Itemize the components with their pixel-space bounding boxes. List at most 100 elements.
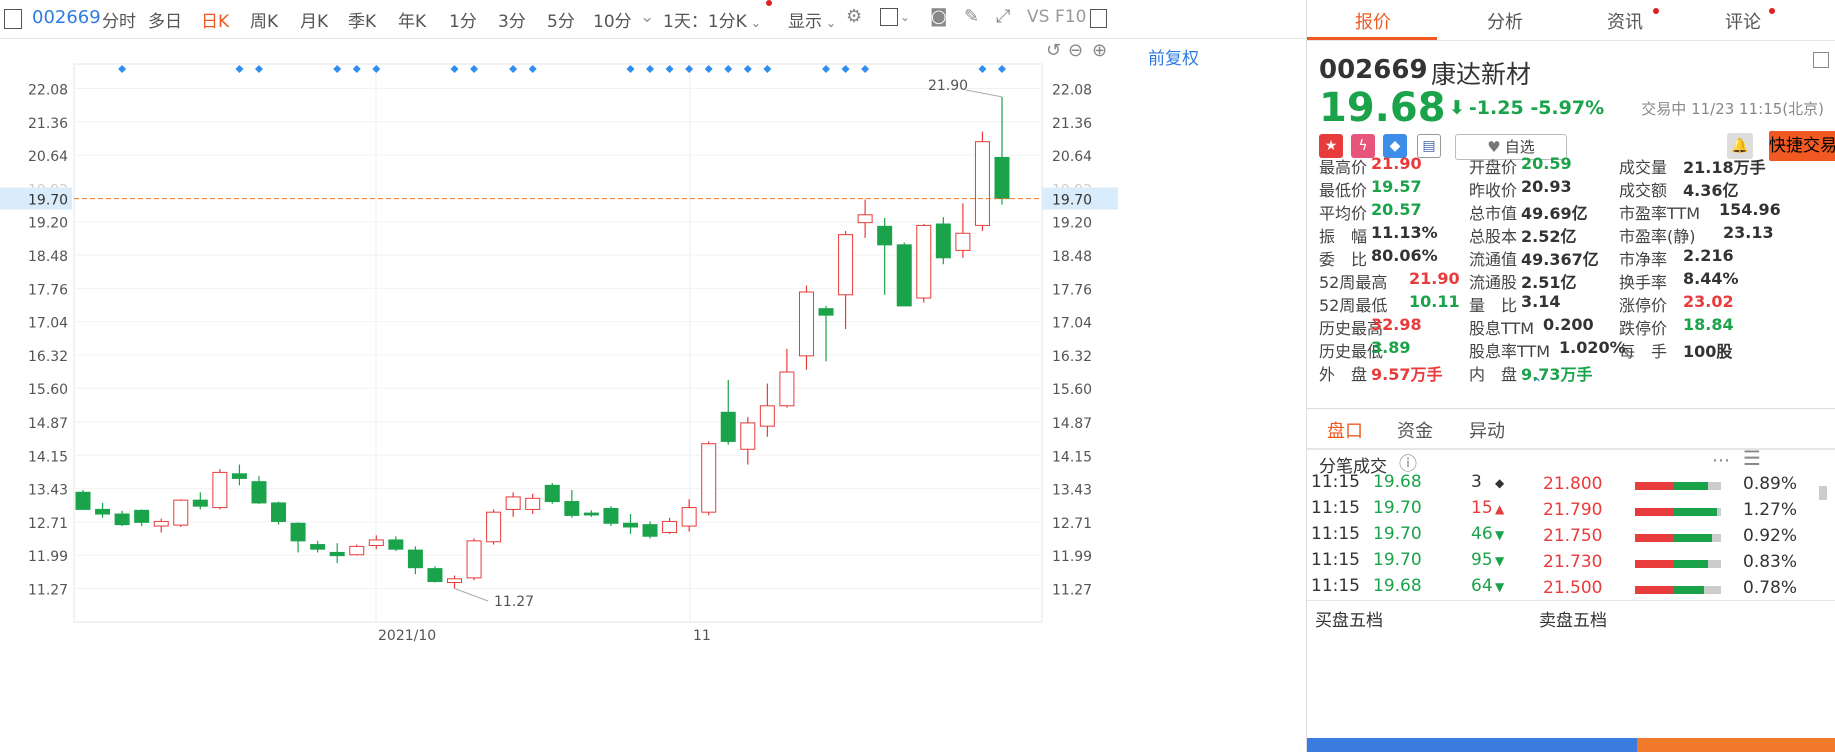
zoom-in-icon[interactable]: ⊕ (1092, 40, 1107, 61)
level-price: 21.790 (1543, 500, 1603, 520)
tab-5min[interactable]: 5分 (547, 7, 575, 32)
fullscreen-icon[interactable]: ⤢ (996, 6, 1010, 27)
max-price-annotation: 21.90 (928, 78, 968, 94)
tab-orderbook[interactable]: 盘口 (1327, 417, 1363, 443)
tab-monthly-k[interactable]: 月K (300, 7, 328, 32)
stat-value: 10.11 (1409, 292, 1460, 311)
bar-green-part (1673, 560, 1709, 568)
y-tick-right: 15.60 (1052, 382, 1092, 398)
camera-icon[interactable]: ◙ (930, 6, 947, 27)
side-panel-icon[interactable] (1090, 9, 1107, 28)
candle-body (486, 511, 502, 543)
sell-ratio-bar (1637, 738, 1835, 752)
undo-icon[interactable]: ↺ (1046, 40, 1061, 61)
event-marker-icon (978, 65, 987, 73)
compare-vs-button[interactable]: VS (1027, 7, 1049, 27)
stat-label: 股息TTM (1469, 319, 1535, 338)
tab-quote[interactable]: 报价 (1355, 8, 1391, 34)
candle-body (466, 540, 482, 579)
candle-body (916, 224, 932, 299)
event-marker-icon (254, 65, 263, 73)
tab-yearly-k[interactable]: 年K (398, 7, 426, 32)
detail-panel-icon[interactable] (1813, 52, 1829, 68)
tab-movements[interactable]: 异动 (1469, 417, 1505, 443)
display-menu[interactable]: 显示 ⌄ (788, 7, 836, 32)
y-tick-left: 17.04 (28, 316, 68, 332)
stat-value: 2.51亿 (1521, 273, 1577, 292)
tab-daily-k[interactable]: 日K (201, 7, 229, 32)
candle-body (603, 507, 619, 524)
candle-body (368, 539, 384, 546)
zoom-out-icon[interactable]: ⊖ (1068, 40, 1083, 61)
stat-value: 19.57 (1371, 177, 1422, 196)
candle-body (564, 501, 580, 516)
level-row: 21.790 1.27% (1307, 500, 1835, 524)
event-marker-icon (352, 65, 361, 73)
event-marker-icon (822, 65, 831, 73)
stat-label: 涨停价 (1619, 296, 1668, 315)
candle-body (779, 371, 795, 407)
tab-10min[interactable]: 10分 (593, 7, 632, 32)
indicator-box-icon[interactable] (880, 8, 898, 26)
period-select[interactable]: 1天：1分K ⌄ (663, 7, 761, 32)
y-tick-left: 18.48 (28, 249, 68, 265)
event-marker-icon (743, 65, 752, 73)
tab-weekly-k[interactable]: 周K (250, 7, 278, 32)
tab-news[interactable]: 资讯 (1607, 8, 1643, 34)
candle-body (447, 578, 463, 583)
event-marker-icon (118, 65, 127, 73)
chevron-down-icon[interactable]: ⌄ (900, 10, 910, 24)
candle-body (173, 499, 189, 526)
settings-gear-icon[interactable]: ⚙ (846, 6, 862, 27)
fast-trade-button[interactable]: 快捷交易 (1769, 131, 1835, 161)
event-marker-icon (685, 65, 694, 73)
candle-body (192, 499, 208, 507)
candle-body (231, 473, 247, 479)
event-marker-icon (704, 65, 713, 73)
candle-body (427, 568, 443, 583)
stat-label: 昨收价 (1469, 181, 1518, 200)
down-arrow-icon: ⬇ (1449, 97, 1465, 119)
pencil-icon[interactable]: ✎ (964, 6, 979, 27)
stat-value: 20.59 (1521, 154, 1572, 173)
more-periods-chevron-icon[interactable]: ⌄ (640, 7, 654, 27)
candle-body (134, 509, 150, 523)
stat-label: 换手率 (1619, 273, 1668, 292)
trade-status: 交易中 11/23 11:15(北京) (1641, 100, 1824, 118)
tab-comments[interactable]: 评论 (1725, 8, 1761, 34)
list-icon[interactable]: ☰ (1743, 446, 1761, 470)
comments-dot (1769, 8, 1775, 14)
stat-label: 成交量 (1619, 158, 1668, 177)
tab-funds[interactable]: 资金 (1397, 417, 1433, 443)
stat-value: 4.36亿 (1683, 181, 1739, 200)
candle-body (525, 497, 541, 510)
stat-label: 流通股 (1469, 273, 1518, 292)
quote-tabs: 报价 分析 资讯 评论 (1307, 0, 1835, 41)
stock-code-link[interactable]: 002669 (32, 7, 101, 28)
panel-toggle-icon[interactable] (4, 9, 22, 29)
y-tick-right: 20.64 (1052, 149, 1092, 165)
f10-button[interactable]: F10 (1055, 7, 1086, 27)
tab-timeshare[interactable]: 分时 (102, 7, 136, 32)
kline-chart[interactable]: 22.0822.0821.3621.3620.6420.6419.9219.92… (0, 38, 1118, 752)
y-tick-left: 19.20 (28, 216, 68, 232)
stat-label: 市盈率TTM (1619, 204, 1701, 223)
sub-tabs: 盘口 资金 异动 (1307, 408, 1835, 450)
candle-body (877, 225, 893, 246)
notification-dot (766, 0, 772, 6)
more-icon[interactable]: ⋯ (1712, 450, 1730, 471)
level-ratio-bar (1635, 482, 1721, 490)
tab-3min[interactable]: 3分 (498, 7, 526, 32)
restore-adjust-button[interactable]: 前复权 (1148, 44, 1199, 69)
min-price-annotation: 11.27 (494, 594, 534, 610)
candle-body (95, 508, 111, 515)
tab-quarterly-k[interactable]: 季K (348, 7, 376, 32)
y-tick-right: 19.20 (1052, 216, 1092, 232)
price-change: ⬇ -1.25 -5.97% (1449, 97, 1605, 119)
stat-value: 9.73万手 (1521, 365, 1593, 384)
tab-1min[interactable]: 1分 (449, 7, 477, 32)
tab-multi-day[interactable]: 多日 (148, 7, 182, 32)
candle-body (329, 551, 345, 557)
tab-analysis[interactable]: 分析 (1487, 8, 1523, 34)
level-percent: 1.27% (1743, 500, 1798, 520)
